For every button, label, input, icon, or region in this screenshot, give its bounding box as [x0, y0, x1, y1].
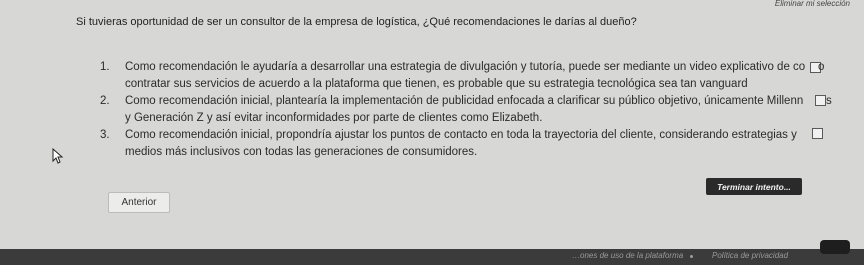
option-number: 3.: [100, 129, 110, 141]
mouse-pointer-icon: [52, 148, 64, 164]
chat-widget-button[interactable]: [820, 240, 850, 254]
option-2-line1[interactable]: 2. Como recomendación inicial, plantearía…: [100, 92, 803, 110]
option-2-line1-end: s: [826, 95, 832, 107]
option-1-line2[interactable]: contratar sus servicios de acuerdo a la …: [125, 75, 748, 93]
previous-button[interactable]: Anterior: [108, 192, 170, 213]
option-number: 2.: [100, 95, 110, 107]
option-3-line2[interactable]: medios más inclusivos con todas las gene…: [125, 143, 477, 161]
finish-attempt-button[interactable]: Terminar intento...: [706, 178, 802, 195]
footer-separator: [690, 255, 693, 258]
privacy-policy-link[interactable]: Política de privacidad: [712, 251, 788, 260]
option-text: Como recomendación inicial, plantearía l…: [125, 95, 804, 107]
option-3-line1[interactable]: 3. Como recomendación inicial, propondría…: [100, 126, 797, 144]
option-text: Como recomendación inicial, propondría a…: [125, 129, 797, 141]
question-text: Si tuvieras oportunidad de ser un consul…: [76, 16, 637, 28]
footer-terms-link[interactable]: …ones de uso de la plataforma: [572, 251, 683, 260]
option-3-checkbox[interactable]: [812, 128, 823, 139]
option-number: 1.: [100, 61, 110, 73]
option-2-line2[interactable]: y Generación Z y así evitar inconformida…: [125, 109, 542, 127]
option-1-line1[interactable]: 1. Como recomendación le ayudaría a desar…: [100, 58, 805, 76]
option-2-checkbox[interactable]: [815, 95, 826, 106]
remove-selection-link[interactable]: Eliminar mi selección: [775, 0, 850, 8]
option-text: Como recomendación le ayudaría a desarro…: [125, 61, 806, 73]
option-1-line1-end: o: [818, 61, 825, 73]
